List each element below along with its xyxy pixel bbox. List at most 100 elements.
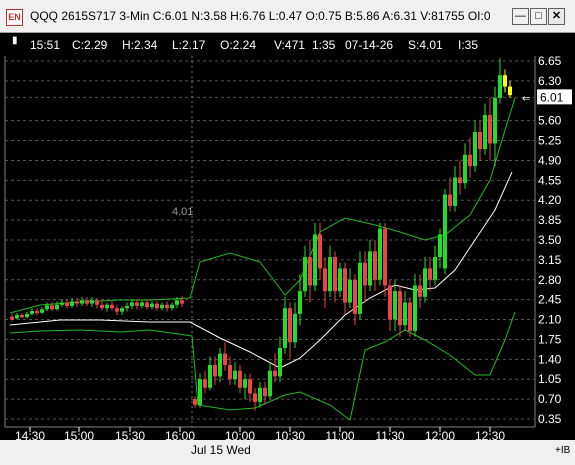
- last-price-arrow-icon: ⇐: [522, 93, 530, 104]
- candle-body: [443, 194, 447, 269]
- candle: [110, 301, 114, 311]
- candle: [428, 257, 432, 292]
- candle-body: [160, 304, 164, 309]
- candle-body: [403, 302, 407, 326]
- price-axis-label: 4.90: [538, 153, 562, 167]
- candle-body: [125, 305, 129, 309]
- candle-body: [453, 177, 457, 206]
- candle-body: [278, 347, 282, 377]
- candle: [258, 382, 262, 408]
- candle-body: [383, 228, 387, 286]
- candle-body: [313, 234, 317, 286]
- price-axis-label: 2.80: [538, 273, 562, 287]
- candle-body: [110, 304, 114, 309]
- candle-body: [268, 370, 272, 397]
- candle: [368, 240, 372, 292]
- candle: [343, 262, 347, 314]
- candle: [115, 304, 119, 316]
- candle-body: [473, 132, 477, 167]
- candle-body: [458, 177, 462, 184]
- candle-body: [80, 300, 84, 304]
- candle-body: [213, 365, 217, 377]
- candle-body: [478, 132, 482, 150]
- price-axis-label: 3.85: [538, 213, 562, 227]
- candle: [303, 245, 307, 297]
- upper-band-line: [9, 97, 516, 314]
- candle-body: [493, 97, 497, 144]
- price-axis-label: 3.15: [538, 253, 562, 267]
- candle-body: [85, 300, 89, 304]
- price-axis-label: 1.40: [538, 352, 562, 366]
- candle: [373, 240, 377, 292]
- zoom-button[interactable]: +IB: [555, 445, 570, 456]
- candle-body: [283, 308, 287, 348]
- price-axis-label: 2.45: [538, 293, 562, 307]
- candle: [473, 120, 477, 172]
- candle: [203, 370, 207, 394]
- candle-body: [508, 86, 512, 96]
- candle: [463, 143, 467, 189]
- candle-body: [198, 379, 202, 405]
- candle: [333, 251, 337, 303]
- candle: [60, 299, 64, 308]
- candle-body: [40, 309, 44, 313]
- candle: [323, 257, 327, 309]
- candle: [458, 160, 462, 195]
- candle: [348, 268, 352, 309]
- candle: [438, 228, 442, 269]
- candle: [418, 274, 422, 309]
- price-axis-label: 5.25: [538, 134, 562, 148]
- candle-body: [378, 228, 382, 280]
- candle: [353, 274, 357, 326]
- candle-body: [115, 308, 119, 312]
- candle-body: [15, 315, 19, 319]
- candle: [125, 302, 129, 312]
- candle: [423, 257, 427, 303]
- candle: [55, 301, 59, 311]
- candle: [150, 301, 154, 310]
- candle-body: [328, 257, 332, 292]
- candle: [145, 300, 149, 310]
- candle: [448, 177, 452, 212]
- candle-body: [60, 302, 64, 305]
- candle-body: [105, 304, 109, 309]
- candle: [30, 308, 34, 316]
- candle: [105, 302, 109, 312]
- candle-body: [343, 268, 347, 303]
- candle: [180, 295, 184, 308]
- candle: [288, 302, 292, 360]
- candle: [45, 302, 49, 312]
- candle: [15, 312, 19, 320]
- candle: [358, 251, 362, 320]
- candle-body: [308, 257, 312, 286]
- candle-body: [120, 308, 124, 312]
- candle: [80, 296, 84, 306]
- candle-body: [353, 279, 357, 314]
- lower-band-line: [9, 311, 516, 421]
- candle: [130, 299, 134, 310]
- candle: [193, 396, 197, 408]
- candle: [313, 222, 317, 292]
- candle-body: [100, 304, 104, 309]
- candle-body: [388, 285, 392, 320]
- candle: [165, 301, 169, 312]
- candle: [25, 311, 29, 319]
- candle: [120, 305, 124, 316]
- candle: [413, 274, 417, 337]
- candle-body: [393, 291, 397, 320]
- candle: [268, 362, 272, 400]
- candle: [35, 308, 39, 316]
- candle: [248, 373, 252, 402]
- candle-body: [145, 302, 149, 308]
- price-axis-label: 0.70: [538, 392, 562, 406]
- candle-body: [55, 304, 59, 310]
- candle-body: [348, 279, 352, 303]
- price-chart[interactable]: 4.01 6.65 6.30 6.01 ⇐ 5.60 5.25 4.90 4.55 4.20 3.…: [0, 0, 575, 465]
- candle: [85, 296, 89, 306]
- candle: [403, 291, 407, 331]
- candle: [453, 166, 457, 212]
- candle-body: [208, 365, 212, 388]
- candle-body: [323, 268, 327, 292]
- candle: [20, 312, 24, 319]
- candle: [328, 245, 332, 297]
